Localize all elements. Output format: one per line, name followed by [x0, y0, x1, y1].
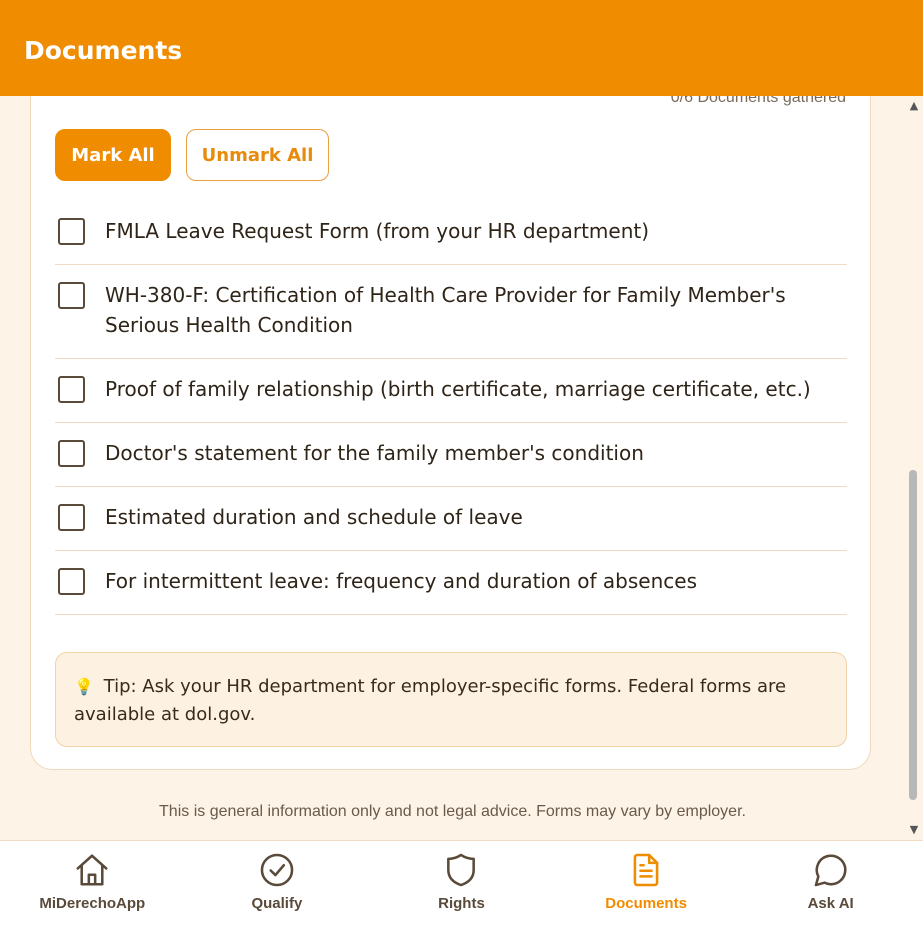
documents-card: 0/6 Documents gathered Mark All Unmark A… — [30, 96, 871, 770]
checkbox[interactable] — [58, 568, 85, 595]
chat-bubble-icon — [814, 854, 847, 887]
document-icon — [633, 853, 659, 887]
content-scroll-area[interactable]: 0/6 Documents gathered Mark All Unmark A… — [0, 96, 905, 840]
document-item[interactable]: For intermittent leave: frequency and du… — [55, 551, 847, 615]
checkbox[interactable] — [58, 440, 85, 467]
document-label: WH-380-F: Certification of Health Care P… — [105, 283, 786, 337]
document-checklist: FMLA Leave Request Form (from your HR de… — [55, 201, 847, 615]
scrollbar[interactable]: ▲ ▼ — [905, 96, 923, 840]
nav-label: Qualify — [251, 895, 303, 912]
nav-label: MiDerechoApp — [39, 895, 146, 912]
document-label: Estimated duration and schedule of leave — [105, 505, 523, 529]
nav-item-ask-ai[interactable]: Ask AI — [738, 841, 923, 930]
nav-label: Ask AI — [807, 895, 854, 912]
document-item[interactable]: Proof of family relationship (birth cert… — [55, 359, 847, 423]
disclaimer: This is general information only and not… — [159, 803, 746, 820]
nav-item-qualify[interactable]: Qualify — [185, 841, 370, 930]
bulk-actions: Mark All Unmark All — [55, 129, 329, 181]
document-item[interactable]: Doctor's statement for the family member… — [55, 423, 847, 487]
nav-item-rights[interactable]: Rights — [369, 841, 554, 930]
lightbulb-icon: 💡 — [74, 677, 94, 696]
unmark-all-button[interactable]: Unmark All — [186, 129, 329, 181]
tip-text: Tip: Ask your HR department for employer… — [74, 676, 787, 725]
checkbox[interactable] — [58, 218, 85, 245]
nav-item-documents[interactable]: Documents — [554, 841, 739, 930]
checkbox[interactable] — [58, 376, 85, 403]
checkbox[interactable] — [58, 504, 85, 531]
scroll-down-icon[interactable]: ▼ — [905, 822, 923, 838]
nav-item-home[interactable]: MiDerechoApp — [0, 841, 185, 930]
tip-box: 💡 Tip: Ask your HR department for employ… — [55, 652, 847, 747]
nav-label: Documents — [605, 895, 687, 912]
home-icon — [76, 854, 108, 886]
document-label: For intermittent leave: frequency and du… — [105, 569, 697, 593]
check-circle-icon — [260, 853, 294, 887]
document-label: FMLA Leave Request Form (from your HR de… — [105, 219, 650, 243]
page-title: Documents — [24, 35, 183, 65]
document-item[interactable]: WH-380-F: Certification of Health Care P… — [55, 265, 847, 359]
document-item[interactable]: FMLA Leave Request Form (from your HR de… — [55, 201, 847, 265]
gathered-count: 0/6 Documents gathered — [670, 96, 846, 106]
scrollbar-thumb[interactable] — [909, 470, 917, 800]
app-header: Documents — [0, 0, 923, 96]
mark-all-button[interactable]: Mark All — [55, 129, 171, 181]
document-item[interactable]: Estimated duration and schedule of leave — [55, 487, 847, 551]
bottom-nav: MiDerechoApp Qualify Rights Documents As… — [0, 840, 923, 930]
shield-icon — [447, 853, 476, 887]
document-label: Doctor's statement for the family member… — [105, 441, 644, 465]
nav-label: Rights — [438, 895, 485, 912]
scroll-up-icon[interactable]: ▲ — [905, 98, 923, 114]
document-label: Proof of family relationship (birth cert… — [105, 377, 811, 401]
checkbox[interactable] — [58, 282, 85, 309]
